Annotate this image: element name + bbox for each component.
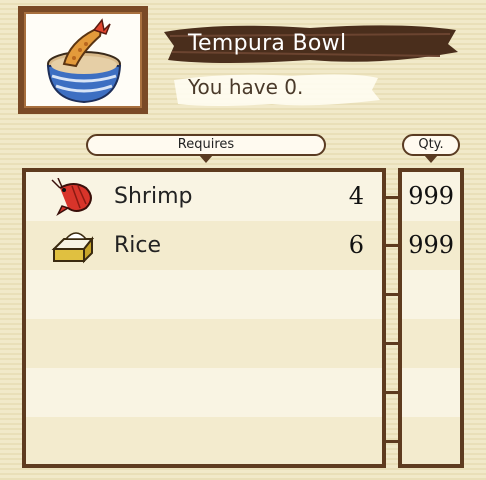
empty-row [26, 270, 382, 319]
empty-row [402, 417, 460, 464]
row-connector [386, 342, 398, 345]
qty-panel: 999 999 [398, 168, 464, 468]
qty-row: 999 [402, 221, 460, 270]
qty-row: 999 [402, 172, 460, 221]
owned-count-text: You have 0. [188, 75, 304, 99]
empty-row [402, 319, 460, 368]
requirements-panel: Shrimp 4 Rice 6 [22, 168, 386, 468]
empty-row [26, 417, 382, 464]
requires-header-label: Requires [177, 137, 235, 152]
required-count: 6 [348, 231, 364, 259]
tempura-bowl-icon [46, 18, 122, 104]
qty-header-label: Qty. [418, 137, 444, 152]
ingredient-name: Rice [114, 233, 162, 258]
requires-header: Requires [86, 134, 326, 163]
empty-row [402, 368, 460, 417]
rice-icon [51, 232, 95, 264]
empty-row [26, 368, 382, 417]
owned-qty: 999 [408, 182, 454, 210]
row-connector [386, 293, 398, 296]
shrimp-icon [51, 178, 92, 216]
row-connector [386, 244, 398, 247]
item-title: Tempura Bowl [188, 31, 347, 56]
empty-row [26, 319, 382, 368]
list-item[interactable]: Shrimp 4 [26, 172, 382, 221]
list-item[interactable]: Rice 6 [26, 221, 382, 270]
row-connector [386, 196, 398, 199]
ingredient-name: Shrimp [114, 184, 193, 209]
item-image-frame [18, 6, 148, 114]
row-connector [386, 440, 398, 443]
qty-header: Qty. [402, 134, 460, 163]
required-count: 4 [348, 182, 364, 210]
owned-qty: 999 [408, 231, 454, 259]
empty-row [402, 270, 460, 319]
row-connector [386, 391, 398, 394]
